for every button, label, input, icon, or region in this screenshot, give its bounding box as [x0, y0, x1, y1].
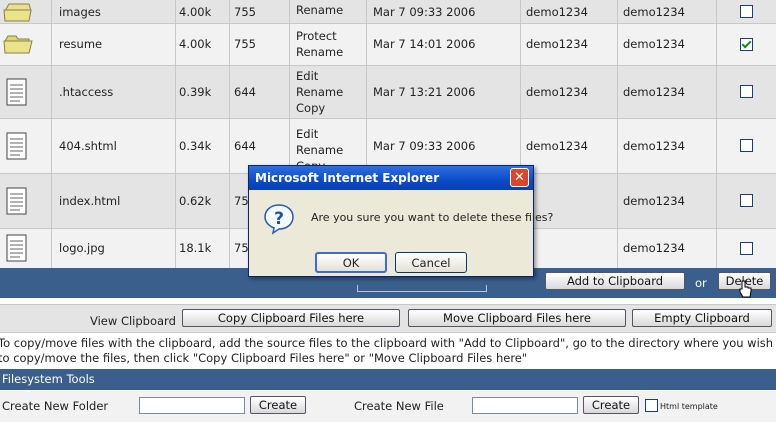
copy-clipboard-files-button[interactable]: Copy Clipboard Files here: [182, 309, 400, 327]
file-select-checkbox[interactable]: [740, 85, 753, 98]
clipboard-help-text: to copy/move the files, then click "Copy…: [0, 351, 528, 365]
file-date: Mar 7 14:01 2006: [373, 37, 476, 51]
file-group: demo1234: [623, 4, 685, 19]
file-size: 4.00k: [179, 4, 212, 19]
cancel-button[interactable]: Cancel: [395, 252, 467, 273]
or-label: or: [695, 276, 707, 290]
file-select-checkbox[interactable]: [740, 37, 753, 51]
file-group: demo1234: [623, 138, 685, 153]
file-op-link[interactable]: Rename: [296, 142, 343, 158]
file-user: demo1234: [526, 37, 588, 51]
row-divider: [0, 118, 776, 119]
document-icon[interactable]: [4, 65, 30, 118]
file-op-link[interactable]: Rename: [296, 2, 343, 18]
file-user: demo1234: [526, 138, 588, 153]
filesystem-tools-title: Filesystem Tools: [2, 372, 95, 386]
file-op-link[interactable]: Copy: [296, 100, 325, 116]
file-name-link[interactable]: 404.shtml: [59, 118, 117, 173]
file-permissions[interactable]: 644: [234, 65, 256, 118]
row-divider: [0, 23, 776, 24]
file-size: 0.62k: [179, 193, 212, 208]
ok-button[interactable]: OK: [315, 252, 387, 273]
create-new-file-label: Create New File: [354, 399, 444, 413]
file-name-link[interactable]: .htaccess: [59, 65, 113, 118]
row-divider: [0, 65, 776, 66]
create-folder-button[interactable]: Create: [250, 396, 306, 414]
close-icon: ✕: [514, 170, 525, 185]
move-clipboard-files-button[interactable]: Move Clipboard Files here: [408, 309, 626, 327]
file-select-checkbox[interactable]: [740, 241, 753, 255]
file-permissions[interactable]: 755: [234, 0, 256, 23]
action-bar-field: [357, 285, 487, 292]
svg-text:?: ?: [274, 209, 284, 229]
file-op-link[interactable]: Rename: [296, 84, 343, 100]
document-icon[interactable]: [4, 173, 30, 228]
file-size: 0.39k: [179, 84, 212, 99]
file-name-link[interactable]: index.html: [59, 173, 120, 228]
file-name-link[interactable]: logo.jpg: [59, 228, 105, 268]
table-row: .htaccess 0.39k 644 Edit Rename Copy Mar…: [0, 65, 776, 118]
file-select-checkbox[interactable]: [740, 194, 753, 207]
document-icon[interactable]: [4, 118, 30, 173]
filesystem-tools-header: [0, 369, 776, 390]
file-select-checkbox[interactable]: [740, 139, 753, 152]
file-group: demo1234: [623, 193, 685, 208]
file-permissions[interactable]: 755: [234, 23, 256, 65]
file-op-link[interactable]: Rename: [296, 44, 343, 60]
empty-clipboard-button[interactable]: Empty Clipboard: [632, 309, 772, 327]
file-op-link[interactable]: Protect: [296, 28, 337, 44]
file-date: Mar 7 09:33 2006: [373, 4, 476, 19]
create-file-button[interactable]: Create: [583, 396, 639, 414]
new-file-name-input[interactable]: [472, 397, 578, 414]
create-new-folder-label: Create New Folder: [2, 399, 109, 413]
file-size: 0.34k: [179, 138, 212, 153]
folder-icon[interactable]: [1, 23, 35, 65]
table-row: images 4.00k 755 Rename Mar 7 09:33 2006…: [0, 0, 776, 23]
add-to-clipboard-button[interactable]: Add to Clipboard: [545, 272, 685, 290]
file-select-checkbox[interactable]: [740, 5, 753, 18]
file-size: 4.00k: [179, 37, 212, 51]
file-op-link[interactable]: Edit: [296, 126, 318, 142]
mouse-pointer-icon: [739, 280, 753, 303]
dialog-title-bar[interactable]: Microsoft Internet Explorer ✕: [249, 166, 533, 190]
clipboard-help-text: To copy/move files with the clipboard, a…: [0, 336, 774, 350]
file-date: Mar 7 13:21 2006: [373, 84, 476, 99]
document-icon[interactable]: [4, 228, 30, 268]
table-row: resume 4.00k 755 Protect Rename Mar 7 14…: [0, 23, 776, 65]
file-name-link[interactable]: images: [59, 0, 101, 23]
file-group: demo1234: [623, 84, 685, 99]
html-template-checkbox[interactable]: [645, 399, 658, 412]
file-op-link[interactable]: Edit: [296, 68, 318, 84]
folder-icon[interactable]: [1, 0, 35, 23]
dialog-close-button[interactable]: ✕: [510, 168, 529, 187]
view-clipboard-link[interactable]: View Clipboard: [90, 314, 176, 328]
new-folder-name-input[interactable]: [139, 397, 245, 414]
file-size: 18.1k: [179, 241, 212, 255]
file-user: demo1234: [526, 84, 588, 99]
dialog-message: Are you sure you want to delete these fi…: [311, 211, 554, 224]
confirm-delete-dialog: Microsoft Internet Explorer ✕ ? Are you …: [248, 165, 553, 277]
file-group: demo1234: [623, 37, 685, 51]
file-user: demo1234: [526, 4, 588, 19]
file-group: demo1234: [623, 241, 685, 255]
question-icon: ?: [263, 203, 295, 238]
html-template-label: Html template: [660, 402, 718, 411]
dialog-title: Microsoft Internet Explorer: [255, 171, 440, 185]
file-name-link[interactable]: resume: [59, 23, 102, 65]
